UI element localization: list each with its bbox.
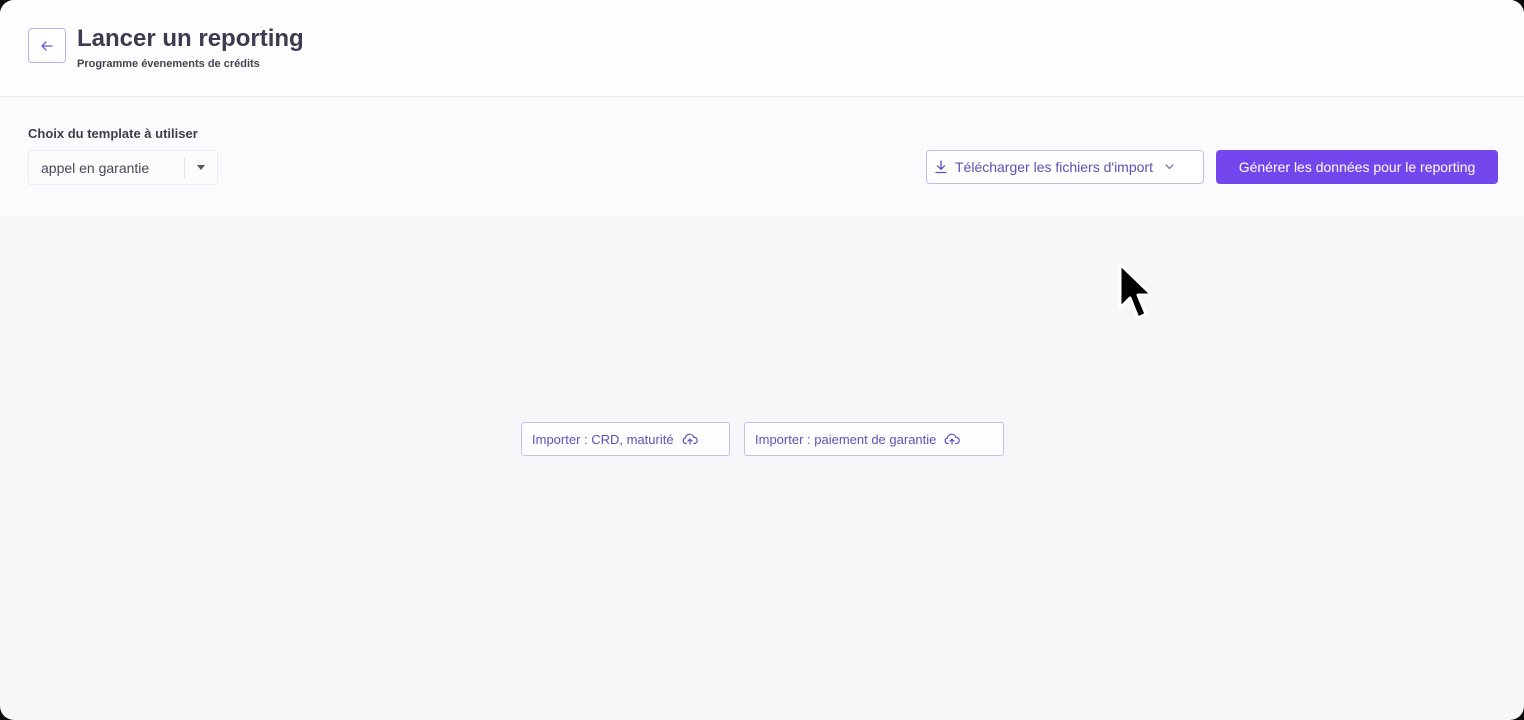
page-header: Lancer un reporting Programme évenements… (0, 0, 1524, 97)
download-icon (935, 160, 947, 174)
import-payment-label: Importer : paiement de garantie (755, 431, 937, 447)
arrow-left-icon (41, 40, 53, 51)
template-label: Choix du template à utiliser (28, 126, 198, 141)
template-select-value: appel en garantie (41, 159, 150, 176)
chevron-down-icon (1165, 164, 1174, 170)
generate-reporting-data-button[interactable]: Générer les données pour le reporting (1216, 150, 1498, 184)
mouse-pointer-icon (1118, 262, 1154, 320)
download-import-files-button[interactable]: Télécharger les fichiers d'import (926, 150, 1204, 184)
import-guarantee-payment-button[interactable]: Importer : paiement de garantie (744, 422, 1004, 456)
app-window: Lancer un reporting Programme évenements… (0, 0, 1524, 720)
cloud-upload-icon (682, 433, 698, 445)
cloud-upload-icon (944, 433, 961, 445)
page-title: Lancer un reporting (77, 25, 304, 52)
import-crd-label: Importer : CRD, maturité (532, 431, 674, 447)
caret-down-icon[interactable] (185, 165, 217, 170)
template-select[interactable]: appel en garantie (28, 150, 218, 185)
page-subtitle: Programme évenements de crédits (77, 58, 260, 70)
reporting-toolbar: Choix du template à utiliser appel en ga… (0, 98, 1524, 215)
back-button[interactable] (28, 28, 66, 63)
import-crd-maturity-button[interactable]: Importer : CRD, maturité (521, 422, 730, 456)
download-button-label: Télécharger les fichiers d'import (955, 159, 1153, 175)
